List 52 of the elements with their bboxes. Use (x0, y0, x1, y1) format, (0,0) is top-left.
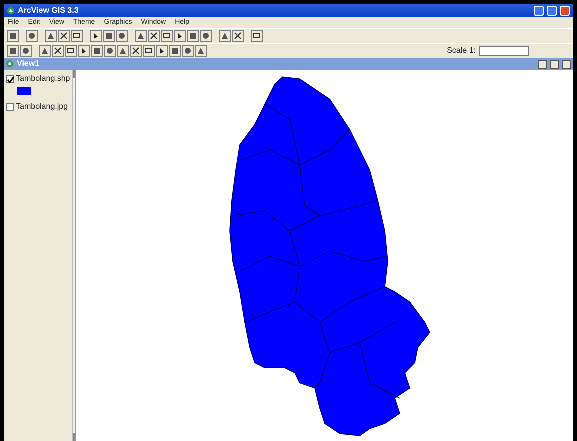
tool-button[interactable] (117, 45, 129, 57)
maximize-button[interactable] (547, 6, 557, 16)
tool-button[interactable] (39, 45, 51, 57)
tool-icon (221, 32, 229, 40)
tool-button[interactable] (58, 30, 70, 42)
theme-name[interactable]: Tambolang.shp (16, 73, 70, 85)
tool-icon (253, 32, 261, 40)
tool-button[interactable] (26, 30, 38, 42)
tool-icon (54, 47, 62, 55)
tool-button[interactable] (174, 30, 186, 42)
tool-icon (60, 32, 68, 40)
tool-button[interactable] (103, 30, 115, 42)
tool-button[interactable] (143, 45, 155, 57)
tool-button[interactable] (20, 45, 32, 57)
tool-button[interactable] (182, 45, 194, 57)
tool-button[interactable] (45, 30, 57, 42)
view-icon (6, 60, 14, 68)
tool-button[interactable] (148, 30, 160, 42)
theme-checkbox[interactable] (6, 75, 14, 83)
tool-button[interactable] (169, 45, 181, 57)
restore-button[interactable] (550, 60, 559, 68)
tool-button[interactable] (232, 30, 244, 42)
tool-button[interactable] (78, 45, 90, 57)
tool-button[interactable] (71, 30, 83, 42)
theme-name[interactable]: Tambolang.jpg (16, 101, 68, 113)
tool-icon (132, 47, 140, 55)
tool-button[interactable] (52, 45, 64, 57)
scale-label: Scale 1: (447, 45, 476, 57)
tool-button[interactable] (161, 30, 173, 42)
tool-icon (150, 32, 158, 40)
tool-button[interactable] (7, 45, 19, 57)
tool-button[interactable] (65, 45, 77, 57)
tool-icon (234, 32, 242, 40)
tool-button[interactable] (156, 45, 168, 57)
tool-button[interactable] (187, 30, 199, 42)
tool-button[interactable] (251, 30, 263, 42)
tool-button[interactable] (104, 45, 116, 57)
tool-button[interactable] (116, 30, 128, 42)
tool-button[interactable] (219, 30, 231, 42)
tool-button[interactable] (135, 30, 147, 42)
close-button[interactable] (562, 60, 571, 68)
tool-button[interactable] (90, 30, 102, 42)
tool-button[interactable] (130, 45, 142, 57)
tool-button[interactable] (7, 30, 19, 42)
view-title: View1 (17, 58, 40, 70)
scale-field[interactable] (479, 46, 529, 56)
tool-button[interactable] (195, 45, 207, 57)
tool-button[interactable] (91, 45, 103, 57)
theme-checkbox[interactable] (6, 103, 14, 111)
minimize-button[interactable] (538, 60, 547, 68)
window-title: ArcView GIS 3.3 (18, 4, 79, 16)
tool-button[interactable] (200, 30, 212, 42)
